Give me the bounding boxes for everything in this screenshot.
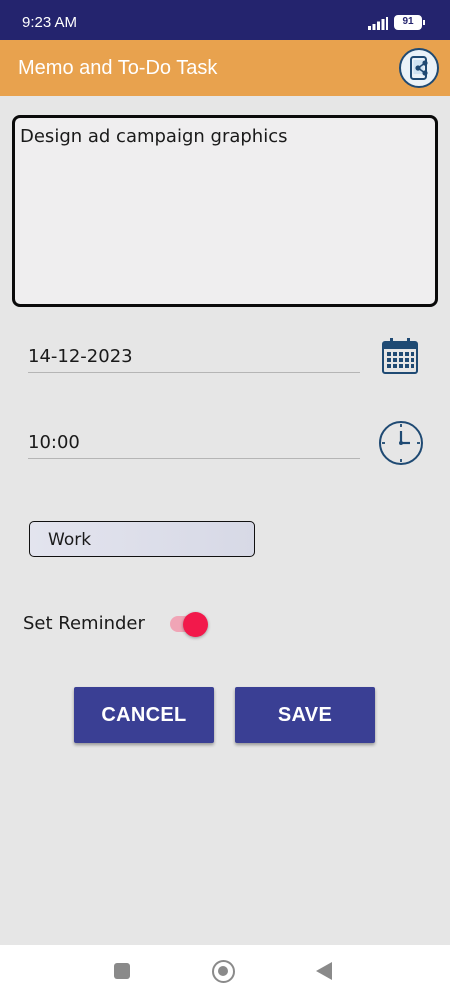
- calendar-icon[interactable]: [381, 337, 419, 375]
- clock-icon[interactable]: [378, 420, 424, 466]
- status-time: 9:23 AM: [22, 14, 78, 31]
- battery-level: 91: [402, 16, 414, 27]
- category-select[interactable]: Work: [29, 521, 255, 557]
- date-underline: [28, 372, 360, 373]
- app-title: Memo and To-Do Task: [18, 57, 218, 79]
- memo-textarea[interactable]: Design ad campaign graphics: [12, 115, 438, 307]
- reminder-label: Set Reminder: [23, 613, 145, 634]
- save-button[interactable]: SAVE: [235, 687, 375, 743]
- memo-text: Design ad campaign graphics: [20, 126, 288, 147]
- home-icon[interactable]: [212, 960, 235, 983]
- cancel-button[interactable]: CANCEL: [74, 687, 214, 743]
- battery-icon: 91: [394, 15, 425, 30]
- time-underline: [28, 458, 360, 459]
- share-icon: [410, 56, 428, 80]
- time-field[interactable]: 10:00: [28, 432, 80, 453]
- app-bar: Memo and To-Do Task: [0, 40, 450, 96]
- status-bar: 9:23 AM 91: [0, 0, 450, 40]
- category-value: Work: [48, 530, 92, 550]
- date-field[interactable]: 14-12-2023: [28, 346, 133, 367]
- share-button[interactable]: [399, 48, 439, 88]
- signal-icon: [368, 17, 388, 30]
- reminder-toggle-thumb[interactable]: [183, 612, 208, 637]
- recents-icon[interactable]: [114, 963, 130, 979]
- back-icon[interactable]: [316, 962, 332, 980]
